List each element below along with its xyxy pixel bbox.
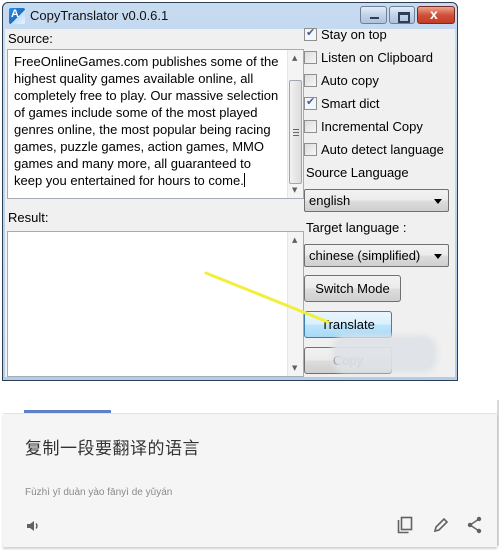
target-language-select[interactable]: chinese (simplified) <box>304 244 449 267</box>
checkbox[interactable] <box>304 26 317 41</box>
translated-text: 复制一段要翻译的语言 <box>25 439 200 459</box>
close-button[interactable]: x <box>417 6 455 24</box>
text-caret <box>243 173 245 187</box>
scroll-up-arrow-icon[interactable]: ▲ <box>292 236 297 244</box>
copy-icon[interactable] <box>397 516 413 538</box>
scroll-down-arrow-icon[interactable]: ▼ <box>292 186 297 194</box>
translate-button[interactable]: Translate <box>304 311 392 338</box>
edit-icon[interactable] <box>433 517 449 537</box>
blurred-overlay <box>332 335 437 373</box>
source-text[interactable]: FreeOnlineGames.com publishes some of th… <box>14 53 282 189</box>
result-scrollbar[interactable]: ▲ ▼ <box>287 232 303 376</box>
app-logo-icon: A <box>9 8 25 24</box>
switch-mode-button[interactable]: Switch Mode <box>304 275 401 302</box>
checkbox[interactable] <box>304 143 317 156</box>
checkbox[interactable] <box>304 74 317 87</box>
source-label: Source: <box>8 31 53 46</box>
speaker-icon[interactable] <box>26 518 42 537</box>
dropdown-arrow-icon <box>434 199 442 204</box>
source-scrollbar[interactable]: ▲ ▼ <box>287 50 303 198</box>
maximize-button[interactable] <box>389 6 415 24</box>
minimize-button[interactable] <box>360 6 387 24</box>
share-icon[interactable] <box>467 516 483 538</box>
window-title: CopyTranslator v0.0.6.1 <box>30 8 169 23</box>
scroll-thumb[interactable] <box>289 80 302 184</box>
dropdown-arrow-icon <box>434 254 442 259</box>
source-language-select[interactable]: english <box>304 189 449 212</box>
close-icon: x <box>430 6 438 22</box>
active-tab-indicator <box>24 410 111 413</box>
title-bar[interactable]: A CopyTranslator v0.0.6.1 x <box>3 3 457 30</box>
scroll-up-arrow-icon[interactable]: ▲ <box>292 54 297 62</box>
scroll-down-arrow-icon[interactable]: ▼ <box>292 364 297 372</box>
target-language-label: Target language : <box>306 220 407 235</box>
result-textarea[interactable]: ▲ ▼ <box>7 231 304 377</box>
result-label: Result: <box>8 210 49 225</box>
source-textarea[interactable]: FreeOnlineGames.com publishes some of th… <box>7 49 304 199</box>
source-language-label: Source Language <box>306 165 409 180</box>
romanization-text: Fùzhì yī duàn yào fānyì de yǔyán <box>25 487 173 498</box>
checkbox[interactable] <box>304 95 317 110</box>
checkbox[interactable] <box>304 51 317 64</box>
checkbox[interactable] <box>304 120 317 133</box>
